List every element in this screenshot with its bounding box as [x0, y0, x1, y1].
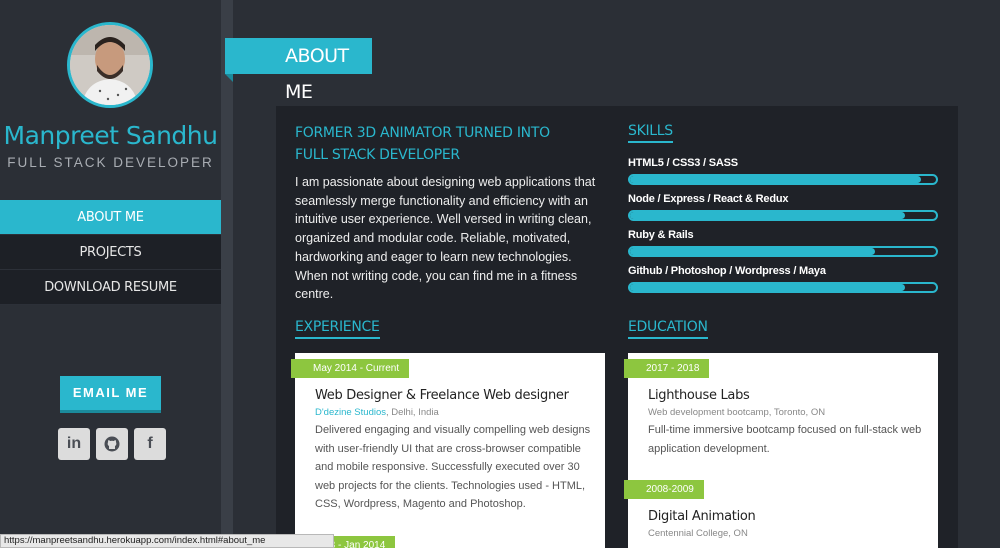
skill-bar — [628, 282, 938, 293]
about-bio: I am passionate about designing web appl… — [295, 175, 596, 302]
skill-label: Github / Photoshop / Wordpress / Maya — [628, 265, 826, 277]
about-headline: FORMER 3D ANIMATOR TURNED INTO FULL STAC… — [295, 125, 550, 163]
github-icon[interactable] — [96, 428, 128, 460]
skill-item: Github / Photoshop / Wordpress / Maya — [628, 265, 938, 293]
status-bar-url: https://manpreetsandhu.herokuapp.com/ind… — [0, 534, 334, 548]
ribbon-fold — [225, 74, 233, 82]
school-sub: Web development bootcamp, Toronto, ON — [648, 407, 826, 418]
skill-item: Node / Express / React & Redux — [628, 193, 938, 221]
skill-label: Node / Express / React & Redux — [628, 193, 789, 205]
job-description: Delivered engaging and visually compelli… — [315, 424, 591, 510]
job-title: Web Designer & Freelance Web designer — [315, 388, 569, 403]
skill-item: Ruby & Rails — [628, 229, 938, 257]
nav-item-about-me[interactable]: ABOUT ME — [0, 200, 221, 235]
school-title: Lighthouse Labs — [648, 388, 750, 403]
date-tag: 2008-2009 — [624, 480, 704, 499]
avatar — [67, 22, 153, 108]
linkedin-icon[interactable]: in — [58, 428, 90, 460]
skill-bar-fill — [630, 284, 906, 291]
email-me-button[interactable]: EMAIL ME — [60, 376, 161, 410]
skills-title: SKILLS — [628, 123, 673, 143]
nav-item-projects[interactable]: PROJECTS — [0, 235, 221, 270]
education-card: 2017 - 2018 Lighthouse Labs Web developm… — [624, 353, 938, 548]
sidebar: Manpreet Sandhu FULL STACK DEVELOPER ABO… — [0, 0, 221, 548]
skill-bar-fill — [630, 248, 875, 255]
job-org: D'dezine Studios, Delhi, India — [315, 407, 439, 418]
profile-role: FULL STACK DEVELOPER — [7, 155, 214, 170]
skill-bar — [628, 174, 938, 185]
nav-item-download-resume[interactable]: DOWNLOAD RESUME — [0, 270, 221, 305]
skill-bar — [628, 210, 938, 221]
skill-bar — [628, 246, 938, 257]
skill-label: HTML5 / CSS3 / SASS — [628, 157, 738, 169]
skill-item: HTML5 / CSS3 / SASS — [628, 157, 938, 185]
page-title: ABOUT ME — [225, 38, 372, 103]
skill-label: Ruby & Rails — [628, 229, 694, 241]
sidebar-divider — [221, 0, 233, 548]
skill-bar-fill — [630, 212, 906, 219]
social-links: in f — [58, 428, 166, 460]
school-sub: Centennial College, ON — [648, 528, 748, 539]
facebook-icon[interactable]: f — [134, 428, 166, 460]
experience-title: EXPERIENCE — [295, 319, 380, 339]
school-title: Digital Animation — [648, 509, 756, 524]
profile-name: Manpreet Sandhu — [3, 121, 218, 150]
sidebar-nav: ABOUT ME PROJECTS DOWNLOAD RESUME — [0, 200, 221, 305]
skill-bar-fill — [630, 176, 921, 183]
school-description: Full-time immersive bootcamp focused on … — [648, 424, 922, 455]
education-title: EDUCATION — [628, 319, 708, 339]
date-tag: 2017 - 2018 — [624, 359, 710, 378]
company-name: D'dezine Studios — [315, 407, 386, 418]
experience-card: May 2014 - Current Web Designer & Freela… — [291, 353, 605, 548]
job-location: , Delhi, India — [386, 407, 439, 418]
date-tag: May 2014 - Current — [291, 359, 410, 378]
about-panel: FORMER 3D ANIMATOR TURNED INTO FULL STAC… — [276, 106, 958, 548]
